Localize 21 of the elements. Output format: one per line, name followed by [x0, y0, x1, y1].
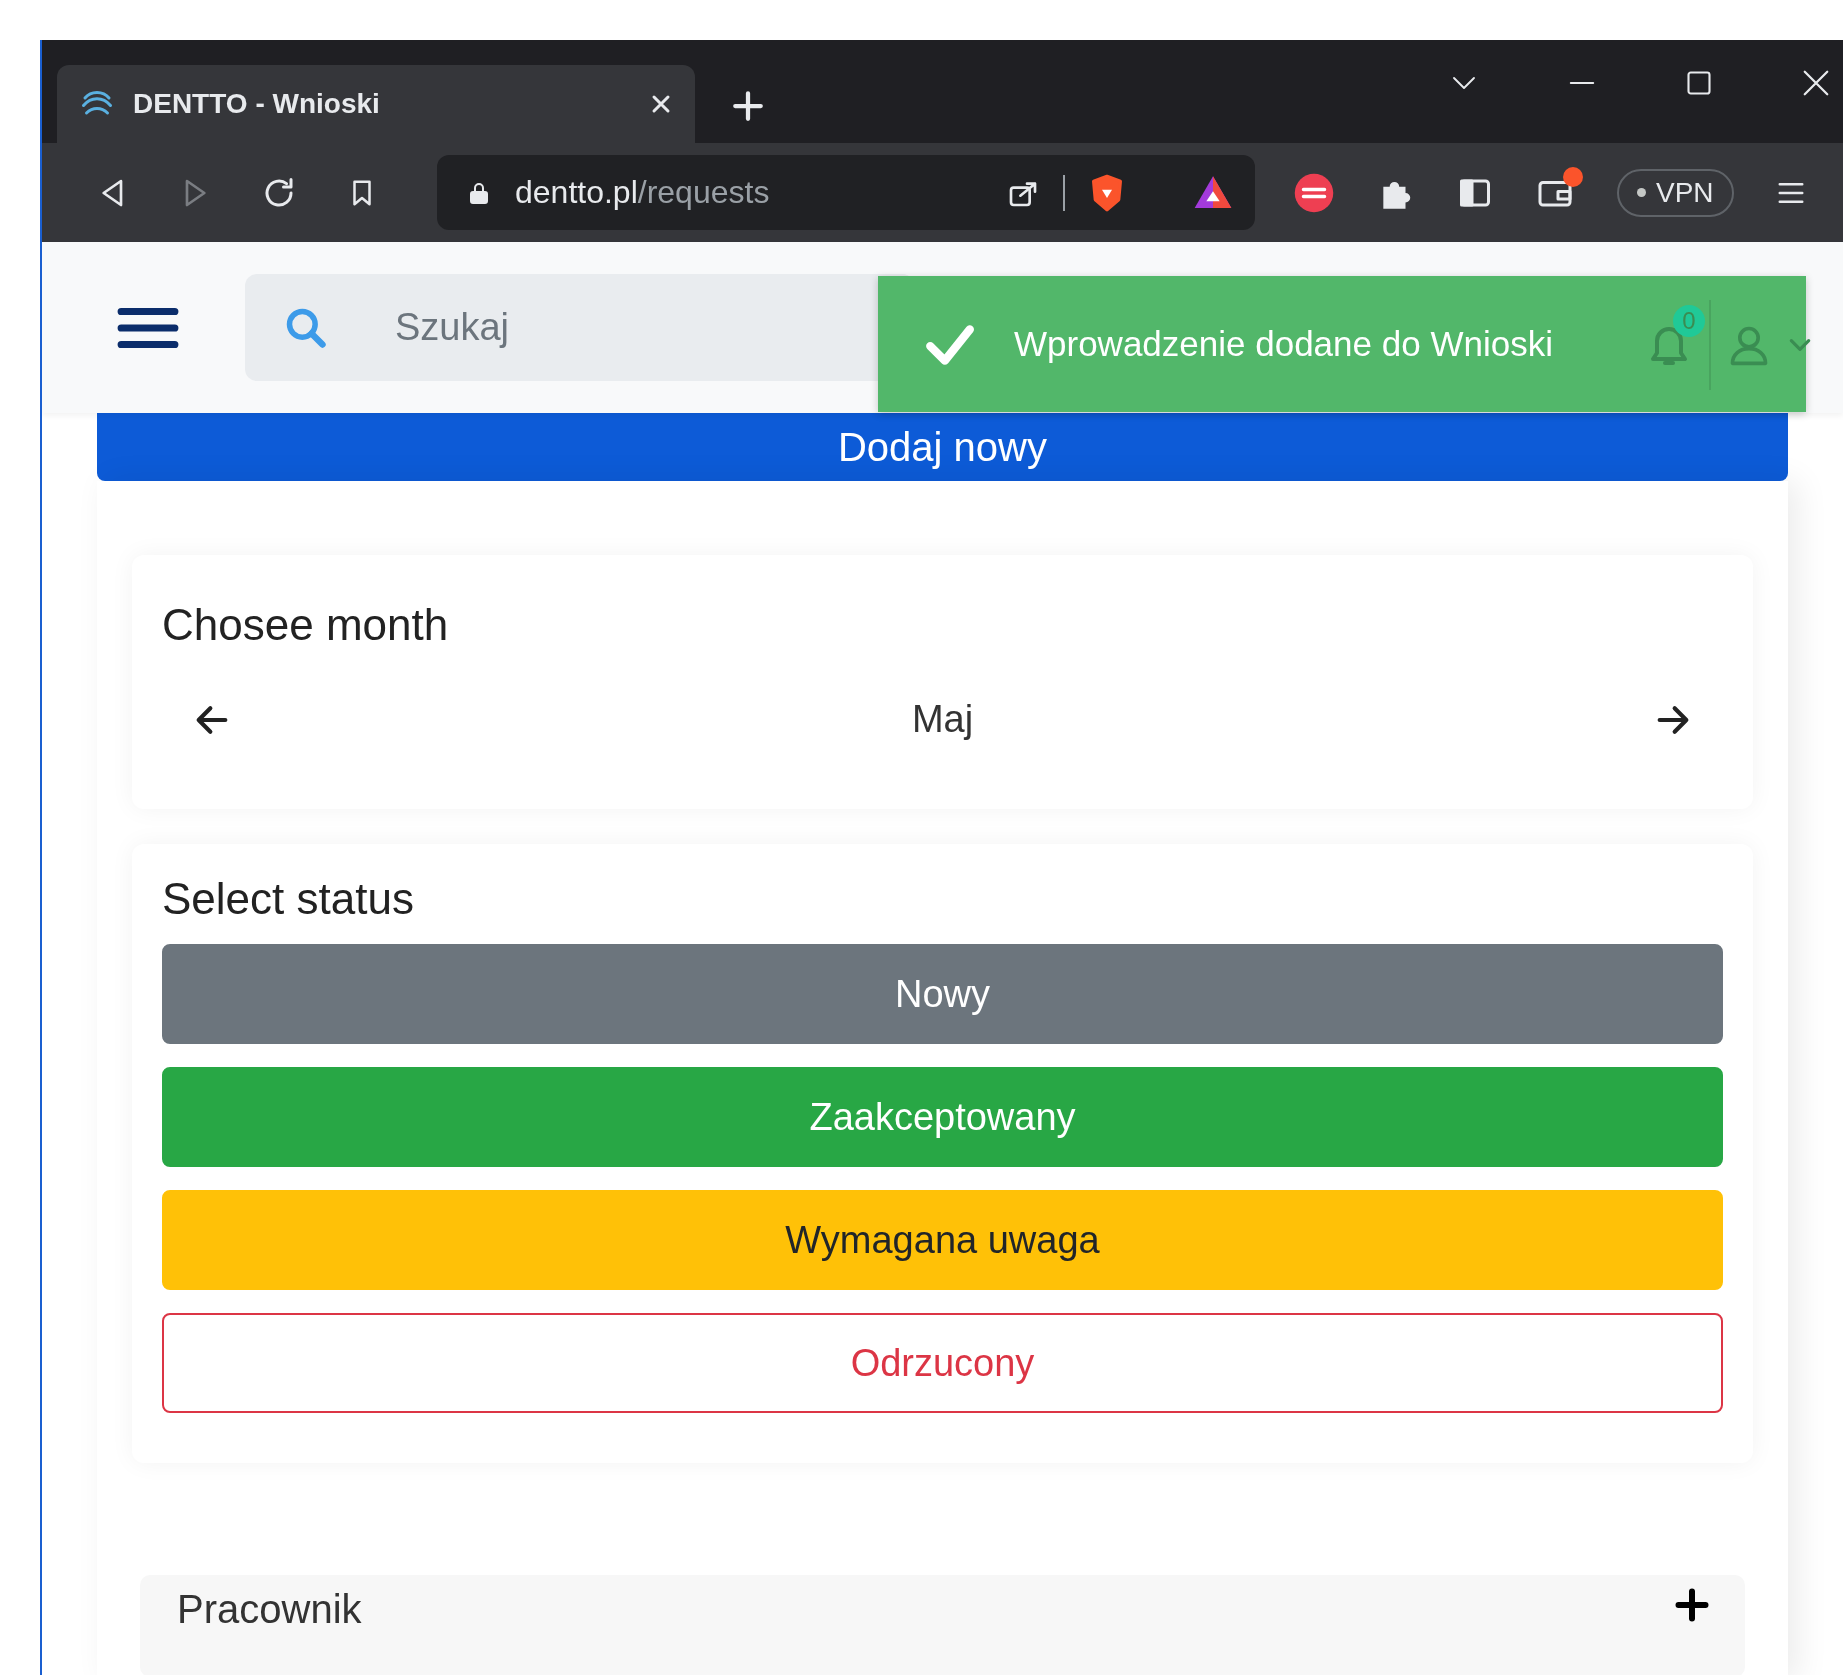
- month-label: Maj: [911, 698, 974, 741]
- status-button[interactable]: Odrzucony: [162, 1313, 1723, 1413]
- tab-title: DENTTO - Wnioski: [133, 88, 381, 120]
- employee-filter-header[interactable]: Pracownik: [140, 1575, 1745, 1675]
- stripes-extension-icon[interactable]: [1293, 171, 1335, 214]
- toast-message: Wprowadzenie dodane do Wnioski: [1014, 324, 1553, 364]
- employee-filter-title: Pracownik: [177, 1587, 362, 1632]
- status-button[interactable]: Nowy: [162, 944, 1723, 1044]
- notification-dot: [1563, 166, 1583, 187]
- plus-icon[interactable]: [731, 89, 765, 123]
- section-title: Select status: [162, 874, 415, 924]
- add-new-button[interactable]: Dodaj nowy: [97, 413, 1788, 481]
- status-button[interactable]: Wymagana uwaga: [162, 1190, 1723, 1290]
- url-text: dentto.pl/requests: [515, 174, 771, 211]
- vpn-button[interactable]: VPN: [1617, 168, 1734, 217]
- close-icon[interactable]: [1801, 68, 1831, 98]
- section-title: Chosee month: [162, 600, 450, 650]
- address-bar[interactable]: dentto.pl/requests: [437, 155, 1255, 230]
- browser-tab[interactable]: DENTTO - Wnioski: [57, 65, 695, 143]
- plus-icon[interactable]: [1674, 1587, 1710, 1623]
- maximize-icon[interactable]: [1685, 69, 1713, 97]
